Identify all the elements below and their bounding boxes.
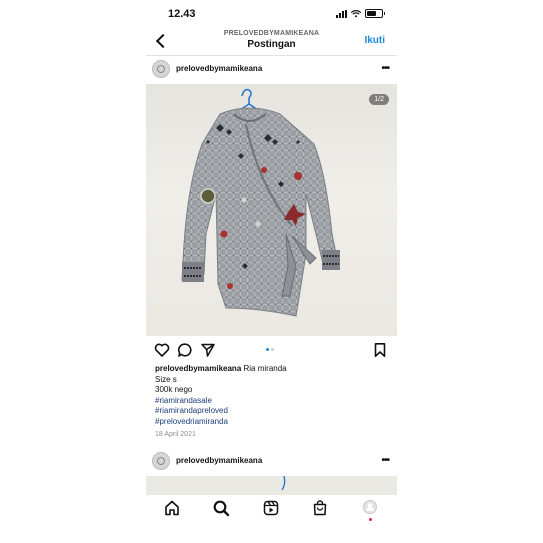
avatar[interactable] (152, 60, 170, 78)
status-time: 12.43 (168, 8, 196, 20)
comment-icon[interactable] (177, 342, 193, 358)
post-header: prelovedbymamikeana ••• (146, 57, 397, 81)
account-label: PRELOVEDBYMAMIKEANA (223, 30, 320, 37)
bottom-tab-bar (146, 495, 397, 543)
post-username[interactable]: prelovedbymamikeana (176, 64, 262, 73)
page-title: Postingan (247, 39, 296, 50)
heart-icon[interactable] (154, 342, 170, 358)
post-date: 18 April 2021 (155, 430, 196, 438)
header-divider (146, 55, 397, 56)
follow-button[interactable]: Ikuti (364, 35, 385, 46)
reels-icon[interactable] (262, 499, 280, 517)
hashtag-link[interactable]: #riamirandasale (155, 396, 390, 407)
profile-avatar-icon[interactable] (361, 499, 379, 517)
bookmark-icon[interactable] (372, 342, 388, 358)
carousel-dot-active (266, 348, 269, 351)
battery-icon (365, 9, 385, 18)
status-bar: 12.43 (146, 0, 397, 28)
status-icons (336, 9, 385, 18)
notification-dot (369, 518, 372, 521)
shop-bag-icon[interactable] (311, 499, 329, 517)
search-icon[interactable] (212, 499, 230, 517)
post-image[interactable]: 1/2 (146, 84, 397, 336)
carousel-indicator (266, 348, 274, 351)
home-icon[interactable] (163, 499, 181, 517)
caption-line: Size s (155, 374, 177, 384)
post-caption: prelovedbymamikeana Ria miranda Size s 3… (155, 364, 390, 440)
blouse-photo (181, 88, 340, 317)
next-post-header: prelovedbymamikeana ••• (146, 449, 397, 473)
more-horizontal-icon[interactable]: ••• (381, 455, 389, 466)
nav-header: PRELOVEDBYMAMIKEANA Postingan Ikuti (146, 28, 397, 56)
send-icon[interactable] (200, 342, 216, 358)
image-counter: 1/2 (369, 94, 389, 105)
phone-screen: 12.43 PRELOVEDBYMAMIKEANA Postingan Ikut… (146, 0, 397, 543)
hashtag-link[interactable]: #prelovedriamiranda (155, 417, 390, 428)
caption-text: Ria miranda (243, 364, 287, 373)
caption-username[interactable]: prelovedbymamikeana (155, 364, 241, 373)
hashtag-link[interactable]: #riamirandapreloved (155, 406, 390, 417)
more-horizontal-icon[interactable]: ••• (381, 63, 389, 74)
post-username[interactable]: prelovedbymamikeana (176, 456, 262, 465)
wifi-icon (351, 9, 361, 17)
carousel-dot (271, 348, 274, 351)
signal-icon (336, 9, 347, 18)
avatar[interactable] (152, 452, 170, 470)
caption-line: 300k nego (155, 385, 193, 395)
post-actions (146, 342, 397, 360)
